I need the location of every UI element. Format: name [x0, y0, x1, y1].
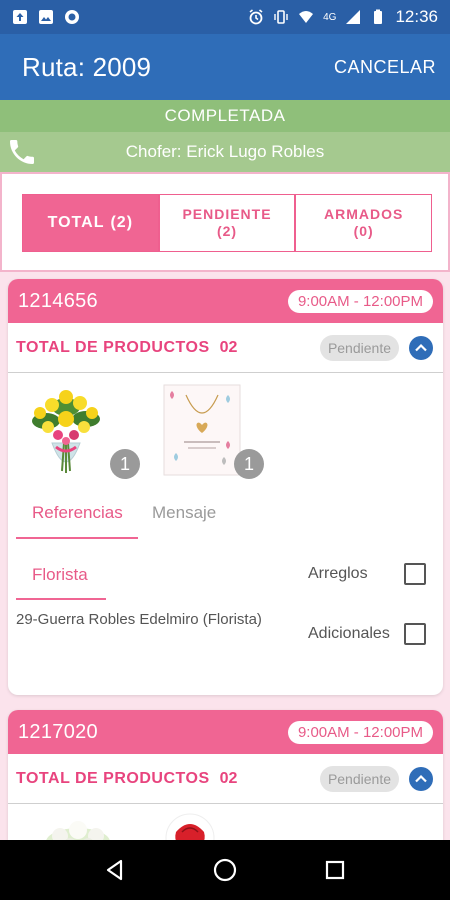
tab-total-count: (2) — [110, 214, 134, 231]
product-thumbnails: 1 1 — [8, 373, 443, 493]
chevron-up-icon — [415, 774, 427, 782]
arreglos-checkbox[interactable] — [404, 563, 426, 585]
back-button[interactable] — [95, 850, 135, 890]
cancel-button[interactable]: CANCELAR — [334, 57, 436, 78]
home-button[interactable] — [205, 850, 245, 890]
products-count: 02 — [219, 769, 238, 787]
driver-name: Chofer: Erick Lugo Robles — [125, 142, 325, 161]
route-status-banner: COMPLETADA — [0, 100, 450, 132]
tab-total-label: TOTAL — [47, 214, 105, 231]
back-triangle-icon — [106, 859, 123, 881]
flower-bouquet-image[interactable] — [26, 381, 106, 481]
clock: 12:36 — [395, 7, 438, 26]
tab-armados-label: ARMADOS — [324, 205, 404, 222]
order-card: 1214656 9:00AM - 12:00PM TOTAL DE PRODUC… — [8, 279, 443, 695]
tab-armados[interactable]: ARMADOS (0) — [295, 194, 433, 252]
wifi-icon — [299, 11, 314, 23]
order-card: 1217020 9:00AM - 12:00PM TOTAL DE PRODUC… — [8, 710, 443, 860]
system-nav-bar — [0, 840, 450, 900]
detail-subtabs: Referencias Mensaje — [8, 493, 443, 549]
alarm-icon — [249, 9, 263, 25]
active-tab-indicator — [16, 537, 138, 539]
tab-pendiente-count: (2) — [216, 223, 238, 239]
tab-referencias[interactable]: Referencias — [32, 503, 123, 523]
products-summary-row: TOTAL DE PRODUCTOS 02 Pendiente — [8, 754, 443, 804]
tab-pendiente-label: PENDIENTE — [182, 205, 272, 222]
filter-tabs: TOTAL (2) PENDIENTE (2) ARMADOS (0) — [22, 194, 433, 252]
filter-tabs-panel: TOTAL (2) PENDIENTE (2) ARMADOS (0) — [0, 172, 450, 272]
status-badge: Pendiente — [319, 765, 399, 792]
tab-armados-count: (0) — [353, 223, 374, 239]
tab-total[interactable]: TOTAL (2) — [22, 194, 159, 252]
signal-icon — [346, 10, 361, 24]
notification-circle-icon — [65, 10, 79, 24]
tab-pendiente[interactable]: PENDIENTE (2) — [158, 194, 296, 252]
recents-button[interactable] — [315, 850, 355, 890]
order-header: 1214656 9:00AM - 12:00PM — [8, 279, 443, 323]
vibrate-icon — [274, 10, 288, 24]
florista-underline — [16, 598, 106, 600]
necklace-card-image[interactable] — [162, 381, 242, 481]
time-window-badge: 9:00AM - 12:00PM — [287, 720, 433, 744]
tab-mensaje[interactable]: Mensaje — [152, 503, 216, 523]
collapse-button[interactable] — [409, 335, 433, 360]
home-circle-icon — [213, 858, 237, 882]
adicionales-checkbox[interactable] — [404, 623, 426, 645]
order-id: 1217020 — [18, 720, 98, 743]
chevron-up-icon — [415, 343, 427, 351]
notification-image-icon — [39, 10, 53, 24]
collapse-button[interactable] — [409, 766, 433, 791]
app-bar: Ruta: 2009 CANCELAR — [0, 34, 450, 100]
arreglos-label: Arreglos — [308, 565, 368, 582]
status-bar: 4G 12:36 — [0, 0, 450, 34]
order-id: 1214656 — [18, 289, 98, 312]
quantity-badge: 1 — [110, 449, 140, 479]
route-title: Ruta: 2009 — [22, 51, 152, 82]
products-count: 02 — [219, 338, 238, 356]
products-label: TOTAL DE PRODUCTOS — [16, 338, 210, 356]
products-label: TOTAL DE PRODUCTOS — [16, 769, 210, 787]
notification-upload-icon — [13, 10, 27, 24]
status-badge: Pendiente — [319, 334, 399, 361]
driver-banner: Chofer: Erick Lugo Robles — [0, 132, 450, 172]
recents-square-icon — [325, 860, 345, 880]
time-window-badge: 9:00AM - 12:00PM — [287, 289, 433, 313]
phone-icon[interactable] — [6, 136, 38, 168]
network-type: 4G — [323, 11, 337, 23]
products-summary-row: TOTAL DE PRODUCTOS 02 Pendiente — [8, 323, 443, 373]
florista-label: Florista — [32, 565, 88, 584]
florist-name: 29-Guerra Robles Edelmiro (Florista) — [16, 611, 262, 628]
quantity-badge: 1 — [234, 449, 264, 479]
adicionales-label: Adicionales — [308, 625, 390, 642]
battery-icon — [374, 9, 383, 24]
references-panel: Florista 29-Guerra Robles Edelmiro (Flor… — [8, 549, 443, 695]
order-header: 1217020 9:00AM - 12:00PM — [8, 710, 443, 754]
